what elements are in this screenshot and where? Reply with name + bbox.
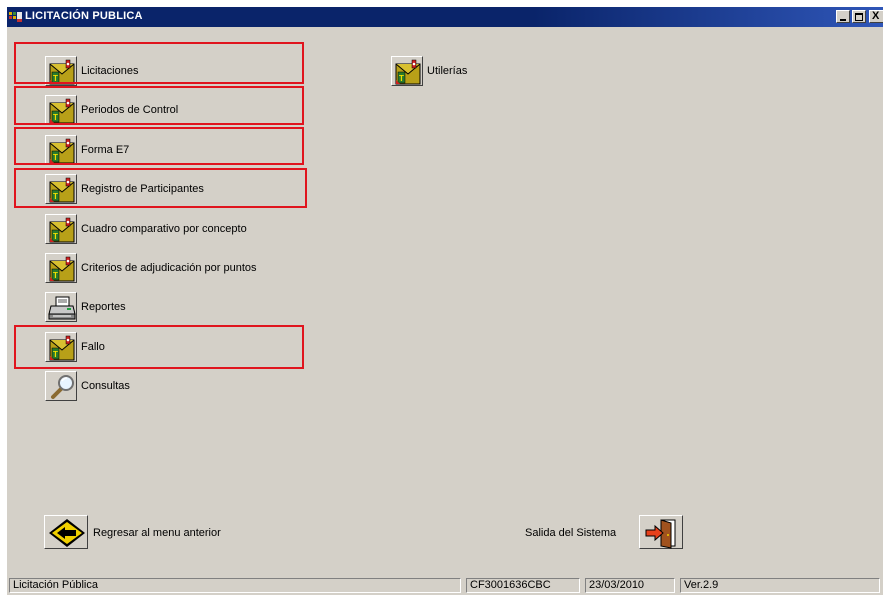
menu-item-forma-e7[interactable]: T Forma E7	[45, 135, 265, 165]
forma-e7-button[interactable]: T	[45, 135, 77, 165]
svg-text:T: T	[53, 74, 58, 83]
menu-item-label: Registro de Participantes	[81, 183, 204, 195]
menu-item-criterios-de-adjudicacion[interactable]: T Criterios de adjudicación por puntos	[45, 253, 305, 283]
menu-item-licitaciones[interactable]: T Licitaciones	[45, 56, 265, 86]
menu-item-label: Periodos de Control	[81, 104, 179, 116]
maximize-icon[interactable]	[852, 10, 866, 23]
menu-item-reportes[interactable]: Reportes	[45, 292, 245, 322]
window-title: LICITACIÓN PUBLICA	[25, 10, 143, 22]
envelope-folder-icon: T	[49, 177, 75, 203]
title-bar[interactable]: LICITACIÓN PUBLICA	[7, 7, 883, 27]
close-icon[interactable]	[869, 10, 883, 23]
status-module: Licitación Pública	[9, 578, 461, 593]
svg-text:T: T	[53, 153, 58, 162]
consultas-button[interactable]	[45, 371, 77, 401]
svg-text:T: T	[53, 113, 58, 122]
envelope-folder-icon: T	[49, 98, 75, 124]
cuadro-comparativo-button[interactable]: T	[45, 214, 77, 244]
licitaciones-button[interactable]: T	[45, 56, 77, 86]
status-bar: Licitación Pública CF3001636CBC 23/03/20…	[7, 577, 883, 595]
app-icon	[9, 12, 22, 22]
menu-item-fallo[interactable]: T Fallo	[45, 332, 245, 362]
menu-item-label: Consultas	[81, 380, 130, 392]
status-machine: CF3001636CBC	[466, 578, 580, 593]
menu-item-label: Criterios de adjudicación por puntos	[81, 262, 257, 274]
periodos-de-control-button[interactable]: T	[45, 95, 77, 125]
menu-item-label: Licitaciones	[81, 65, 139, 77]
reportes-button[interactable]	[45, 292, 77, 322]
magnifier-icon	[51, 375, 74, 399]
menu-item-consultas[interactable]: Consultas	[45, 371, 245, 401]
exit-door-icon	[645, 519, 676, 549]
arrow-left-icon	[49, 519, 85, 547]
utilerias-button[interactable]: T	[391, 56, 423, 86]
exit-menu-item[interactable]: Salida del Sistema	[525, 515, 685, 551]
menu-item-registro-de-participantes[interactable]: T Registro de Participantes	[45, 174, 265, 204]
status-date: 23/03/2010	[585, 578, 675, 593]
criterios-de-adjudicacion-button[interactable]: T	[45, 253, 77, 283]
menu-item-utilerias[interactable]: T Utilerías	[391, 56, 531, 86]
status-version: Ver.2.9	[680, 578, 880, 593]
registro-de-participantes-button[interactable]: T	[45, 174, 77, 204]
menu-item-cuadro-comparativo[interactable]: T Cuadro comparativo por concepto	[45, 214, 285, 244]
envelope-folder-icon: T	[49, 138, 75, 164]
svg-text:T: T	[53, 232, 58, 241]
menu-item-label: Fallo	[81, 341, 105, 353]
svg-text:T: T	[53, 192, 58, 201]
envelope-folder-icon: T	[49, 335, 75, 361]
exit-button[interactable]	[639, 515, 683, 549]
back-button[interactable]	[44, 515, 88, 549]
svg-text:T: T	[399, 74, 404, 83]
envelope-folder-icon: T	[49, 217, 75, 243]
envelope-folder-icon: T	[49, 59, 75, 85]
menu-item-label: Utilerías	[427, 65, 468, 77]
exit-label: Salida del Sistema	[525, 527, 617, 539]
svg-text:T: T	[53, 350, 58, 359]
envelope-folder-icon: T	[49, 256, 75, 282]
back-label: Regresar al menu anterior	[93, 527, 221, 539]
envelope-folder-icon: T	[395, 59, 421, 85]
menu-item-label: Forma E7	[81, 144, 130, 156]
minimize-icon[interactable]	[836, 10, 850, 23]
menu-item-label: Cuadro comparativo por concepto	[81, 223, 247, 235]
svg-text:T: T	[53, 271, 58, 280]
printer-icon	[48, 296, 76, 320]
back-menu-item[interactable]: Regresar al menu anterior	[44, 515, 284, 551]
menu-item-label: Reportes	[81, 301, 126, 313]
menu-item-periodos-de-control[interactable]: T Periodos de Control	[45, 95, 265, 125]
main-window: LICITACIÓN PUBLICA T Licitaciones T Peri…	[6, 6, 883, 595]
fallo-button[interactable]: T	[45, 332, 77, 362]
